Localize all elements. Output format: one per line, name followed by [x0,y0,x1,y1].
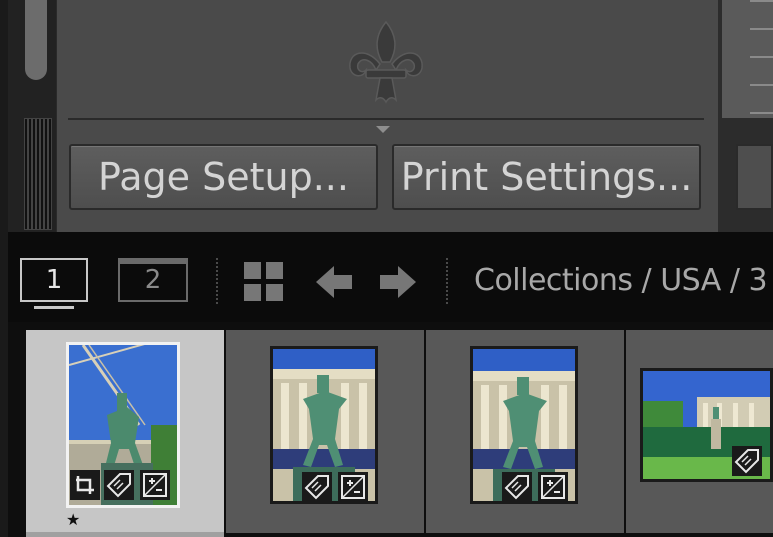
keyword-tag-icon[interactable] [502,472,532,502]
page-setup-button[interactable]: Page Setup... [69,144,378,210]
active-screen-indicator [34,306,74,309]
secondary-screen-button[interactable]: 2 [118,258,188,302]
toolbar-separator [446,258,448,304]
develop-adjust-icon[interactable] [338,472,368,502]
print-settings-button[interactable]: Print Settings... [392,144,701,210]
ruler [750,0,773,118]
panel-divider [68,118,704,120]
fleur-de-lis-icon [349,20,423,104]
keyword-tag-icon[interactable] [732,446,762,476]
star-rating[interactable]: ★ [66,512,80,528]
crop-icon[interactable] [70,470,100,500]
collapse-arrow-icon[interactable] [376,126,390,133]
develop-adjust-icon[interactable] [140,470,170,500]
develop-adjust-icon[interactable] [538,472,568,502]
toolbar-separator [216,258,218,304]
main-screen-button[interactable]: 1 [20,258,88,302]
back-arrow-icon[interactable] [314,262,354,302]
grid-view-icon[interactable] [244,262,284,302]
keyword-tag-icon[interactable] [104,470,134,500]
forward-arrow-icon[interactable] [378,262,418,302]
keyword-tag-icon[interactable] [302,472,332,502]
partial-button[interactable] [736,144,773,210]
panel-scrollbar-thumb[interactable] [25,0,47,80]
breadcrumb[interactable]: Collections / USA / 3 [474,258,773,304]
panel-resize-grip[interactable] [24,118,52,230]
filmstrip-scrollbar[interactable] [26,532,224,537]
left-gutter [0,0,8,537]
